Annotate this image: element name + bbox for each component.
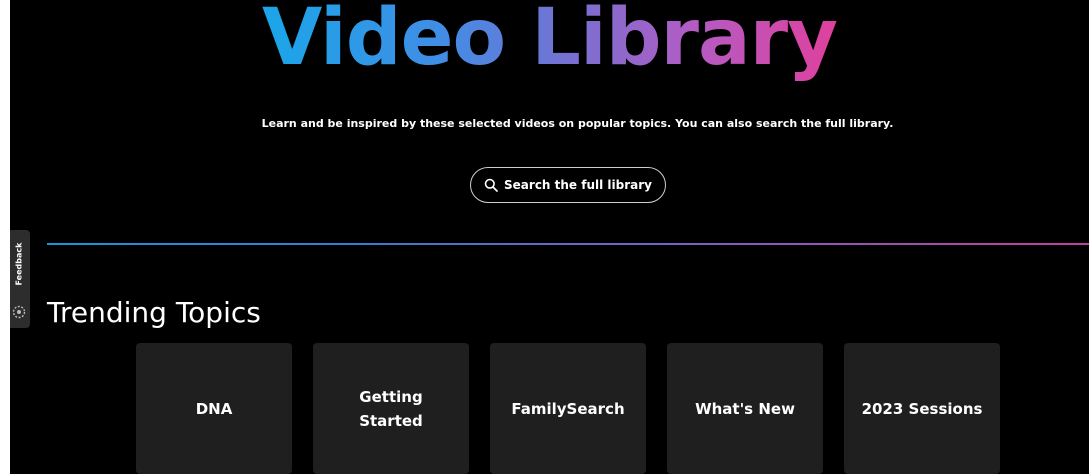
- topic-card-getting-started[interactable]: Getting Started: [313, 343, 469, 474]
- search-full-library-button[interactable]: Search the full library: [470, 167, 666, 203]
- topic-label: 2023 Sessions: [861, 399, 983, 418]
- topic-label: Getting Started: [359, 387, 423, 430]
- search-button-label: Search the full library: [504, 178, 652, 192]
- page-title-text: Video Library: [262, 0, 838, 83]
- page-title: Video Library: [10, 0, 1089, 88]
- feedback-tab[interactable]: Feedback: [10, 230, 30, 328]
- page-subtitle: Learn and be inspired by these selected …: [261, 117, 894, 130]
- topic-card-whats-new[interactable]: What's New: [667, 343, 823, 474]
- video-library-page: Video Library Learn and be inspired by t…: [10, 0, 1089, 474]
- topic-card-2023-sessions[interactable]: 2023 Sessions: [844, 343, 1000, 474]
- topic-label: FamilySearch: [511, 399, 625, 418]
- topic-card-dna[interactable]: DNA: [136, 343, 292, 474]
- topic-label: DNA: [195, 399, 233, 418]
- trending-topics-heading: Trending Topics: [47, 296, 261, 329]
- topic-card-familysearch[interactable]: FamilySearch: [490, 343, 646, 474]
- feedback-icon: [11, 304, 27, 324]
- topic-label: What's New: [695, 399, 795, 418]
- search-icon: [484, 178, 498, 192]
- section-divider: [47, 243, 1089, 245]
- feedback-label: Feedback: [14, 242, 24, 286]
